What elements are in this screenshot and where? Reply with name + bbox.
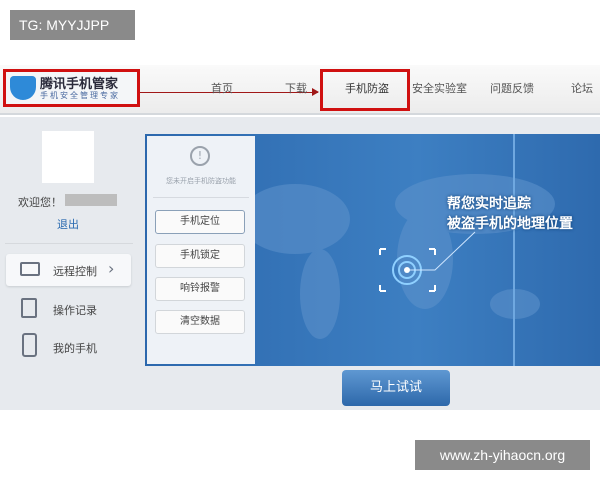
nav-feedback[interactable]: 问题反馈: [490, 80, 534, 96]
try-now-button[interactable]: 马上试试: [342, 370, 450, 406]
nav-forum[interactable]: 论坛: [571, 80, 593, 96]
divider-line: [513, 134, 515, 366]
arrow-head-icon: [312, 88, 319, 96]
phone-icon[interactable]: [22, 333, 37, 357]
nav-download[interactable]: 下载: [285, 80, 307, 96]
notice-text: 您未开启手机防盗功能: [166, 177, 236, 185]
watermark-top: TG: MYYJJPP: [10, 10, 135, 40]
lock-phone-button[interactable]: 手机锁定: [155, 244, 245, 268]
avatar: [42, 131, 94, 183]
welcome-text: 欢迎您！: [18, 196, 62, 209]
watermark-bottom: www.zh-yihaocn.org: [415, 440, 590, 470]
locate-phone-button[interactable]: 手机定位: [155, 210, 245, 234]
banner-line1: 帮您实时追踪: [447, 196, 531, 212]
alert-icon: !: [190, 146, 210, 166]
monitor-icon: [20, 262, 40, 276]
nav-security-lab[interactable]: 安全实验室: [412, 80, 467, 96]
sidebar-item-label: 远程控制: [53, 265, 97, 278]
logo-slogan: 手机安全管理专家: [40, 91, 120, 100]
list-icon[interactable]: [21, 298, 37, 318]
wipe-data-button[interactable]: 清空数据: [155, 310, 245, 334]
logo[interactable]: 腾讯手机管家 手机安全管理专家: [3, 69, 140, 107]
banner-line2: 被盗手机的地理位置: [447, 216, 573, 232]
sidebar-item-operation-log[interactable]: 操作记录: [53, 302, 97, 318]
ring-alarm-button[interactable]: 响铃报警: [155, 277, 245, 301]
divider: [153, 197, 249, 198]
banner-tagline: 帮您实时追踪 被盗手机的地理位置: [447, 194, 573, 234]
divider: [5, 243, 133, 244]
chevron-right-icon: ›: [108, 259, 115, 278]
logout-link[interactable]: 退出: [57, 216, 79, 232]
nav-home[interactable]: 首页: [211, 80, 233, 96]
highlight-box: [320, 69, 410, 111]
username-redacted: [65, 194, 117, 206]
shield-logo-icon: [10, 76, 36, 100]
sidebar-item-my-phone[interactable]: 我的手机: [53, 340, 97, 356]
